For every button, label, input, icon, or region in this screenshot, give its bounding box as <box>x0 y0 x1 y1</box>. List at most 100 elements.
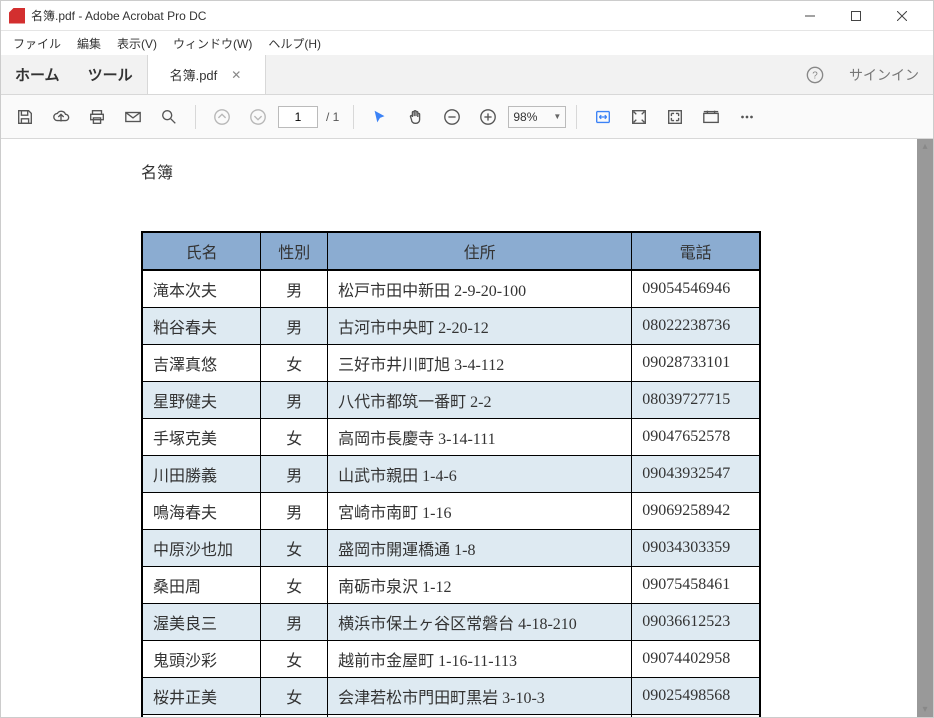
chevron-down-icon: ▼ <box>553 112 561 121</box>
cell-sex: 男 <box>261 382 328 419</box>
cell-sex: 男 <box>261 270 328 308</box>
scroll-down-icon[interactable]: ▾ <box>919 704 931 715</box>
tab-bar: ホーム ツール 名簿.pdf ✕ ? サインイン <box>1 55 933 95</box>
cell-phone: 09069258942 <box>632 493 760 530</box>
page-down-icon[interactable] <box>242 101 274 133</box>
help-icon[interactable]: ? <box>795 55 835 94</box>
menu-edit[interactable]: 編集 <box>69 33 109 54</box>
tab-document[interactable]: 名簿.pdf ✕ <box>148 55 267 94</box>
fit-page-icon[interactable] <box>623 101 655 133</box>
table-row: 渥美良三男横浜市保土ヶ谷区常磐台 4-18-21009036612523 <box>142 604 760 641</box>
document-title: 名簿 <box>141 159 777 183</box>
cell-address: 山武市親田 1-4-6 <box>328 456 632 493</box>
cell-phone: 08022238736 <box>632 308 760 345</box>
close-button[interactable] <box>879 1 925 31</box>
adobe-pdf-icon <box>9 8 25 24</box>
tab-tools[interactable]: ツール <box>74 55 148 94</box>
cell-address: 松戸市田中新田 2-9-20-100 <box>328 270 632 308</box>
cell-phone: 08039727715 <box>632 382 760 419</box>
cell-sex: 女 <box>261 567 328 604</box>
cell-name: 川田勝義 <box>142 456 261 493</box>
cell-phone: 09034303359 <box>632 530 760 567</box>
fullscreen-icon[interactable] <box>659 101 691 133</box>
cell-phone: 09054546946 <box>632 270 760 308</box>
menu-file[interactable]: ファイル <box>5 33 69 54</box>
cell-name: 鬼頭沙彩 <box>142 641 261 678</box>
cell-sex: 女 <box>261 530 328 567</box>
cell-name: 中原沙也加 <box>142 530 261 567</box>
window-title: 名簿.pdf - Adobe Acrobat Pro DC <box>31 7 206 24</box>
mail-icon[interactable] <box>117 101 149 133</box>
scroll-up-icon[interactable]: ▴ <box>919 141 931 152</box>
fit-width-icon[interactable] <box>587 101 619 133</box>
tab-home[interactable]: ホーム <box>1 55 74 94</box>
cell-address: 会津若松市門田町黒岩 3-10-3 <box>328 678 632 715</box>
table-header-row: 氏名 性別 住所 電話 <box>142 232 760 270</box>
cell-address: 古河市中央町 2-20-12 <box>328 308 632 345</box>
search-icon[interactable] <box>153 101 185 133</box>
menu-help[interactable]: ヘルプ(H) <box>260 33 329 54</box>
cell-sex: 男 <box>261 308 328 345</box>
cell-address: 八代市都筑一番町 2-2 <box>328 382 632 419</box>
cell-name: 星野健夫 <box>142 382 261 419</box>
page-up-icon[interactable] <box>206 101 238 133</box>
col-phone-header: 電話 <box>632 232 760 270</box>
cell-phone: 09047652578 <box>632 419 760 456</box>
read-mode-icon[interactable] <box>695 101 727 133</box>
menu-view[interactable]: 表示(V) <box>109 33 165 54</box>
zoom-in-icon[interactable] <box>472 101 504 133</box>
cell-phone: 08060963420 <box>632 715 760 718</box>
cell-address: 高岡市長慶寺 3-14-111 <box>328 419 632 456</box>
cell-name: 粕谷春夫 <box>142 308 261 345</box>
zoom-out-icon[interactable] <box>436 101 468 133</box>
hand-icon[interactable] <box>400 101 432 133</box>
cell-address: 八幡市上奈良里 1-1-18-300 <box>328 715 632 718</box>
table-row: 鳴海春夫男宮崎市南町 1-1609069258942 <box>142 493 760 530</box>
cell-address: 南砺市泉沢 1-12 <box>328 567 632 604</box>
cell-address: 三好市井川町旭 3-4-112 <box>328 345 632 382</box>
sign-in-button[interactable]: サインイン <box>835 55 933 94</box>
col-address-header: 住所 <box>328 232 632 270</box>
menu-window[interactable]: ウィンドウ(W) <box>165 33 260 54</box>
zoom-select[interactable]: 98% ▼ <box>508 106 566 128</box>
cell-address: 越前市金屋町 1-16-11-113 <box>328 641 632 678</box>
table-row: 滝本次夫男松戸市田中新田 2-9-20-10009054546946 <box>142 270 760 308</box>
svg-text:?: ? <box>812 70 818 81</box>
cell-phone: 09043932547 <box>632 456 760 493</box>
cell-address: 宮崎市南町 1-16 <box>328 493 632 530</box>
cell-name: 吉澤真悠 <box>142 345 261 382</box>
cell-phone: 09036612523 <box>632 604 760 641</box>
cell-phone: 09074402958 <box>632 641 760 678</box>
more-icon[interactable] <box>731 101 763 133</box>
cell-name: 渥美良三 <box>142 604 261 641</box>
cell-sex: 女 <box>261 345 328 382</box>
cell-phone: 09028733101 <box>632 345 760 382</box>
window-titlebar: 名簿.pdf - Adobe Acrobat Pro DC <box>1 1 933 31</box>
cell-name: 手塚克美 <box>142 419 261 456</box>
cell-name: 桑田周 <box>142 567 261 604</box>
cell-name: 河原悦哉 <box>142 715 261 718</box>
col-name-header: 氏名 <box>142 232 261 270</box>
table-row: 手塚克美女高岡市長慶寺 3-14-11109047652578 <box>142 419 760 456</box>
pointer-icon[interactable] <box>364 101 396 133</box>
page-number-input[interactable] <box>278 106 318 128</box>
table-row: 河原悦哉男八幡市上奈良里 1-1-18-30008060963420 <box>142 715 760 718</box>
cloud-upload-icon[interactable] <box>45 101 77 133</box>
roster-table: 氏名 性別 住所 電話 滝本次夫男松戸市田中新田 2-9-20-10009054… <box>141 231 761 717</box>
close-tab-icon[interactable]: ✕ <box>229 66 243 84</box>
page-scroll-area[interactable]: 名簿 氏名 性別 住所 電話 滝本次夫男松戸市田中新田 2-9-20-10009… <box>1 139 917 717</box>
print-icon[interactable] <box>81 101 113 133</box>
cell-address: 横浜市保土ヶ谷区常磐台 4-18-210 <box>328 604 632 641</box>
page-total-label: / 1 <box>322 110 343 124</box>
save-icon[interactable] <box>9 101 41 133</box>
cell-address: 盛岡市開運橋通 1-8 <box>328 530 632 567</box>
minimize-button[interactable] <box>787 1 833 31</box>
cell-phone: 09025498568 <box>632 678 760 715</box>
cell-sex: 女 <box>261 419 328 456</box>
cell-sex: 女 <box>261 641 328 678</box>
cell-sex: 男 <box>261 604 328 641</box>
maximize-button[interactable] <box>833 1 879 31</box>
table-row: 中原沙也加女盛岡市開運橋通 1-809034303359 <box>142 530 760 567</box>
table-row: 星野健夫男八代市都筑一番町 2-208039727715 <box>142 382 760 419</box>
table-row: 川田勝義男山武市親田 1-4-609043932547 <box>142 456 760 493</box>
